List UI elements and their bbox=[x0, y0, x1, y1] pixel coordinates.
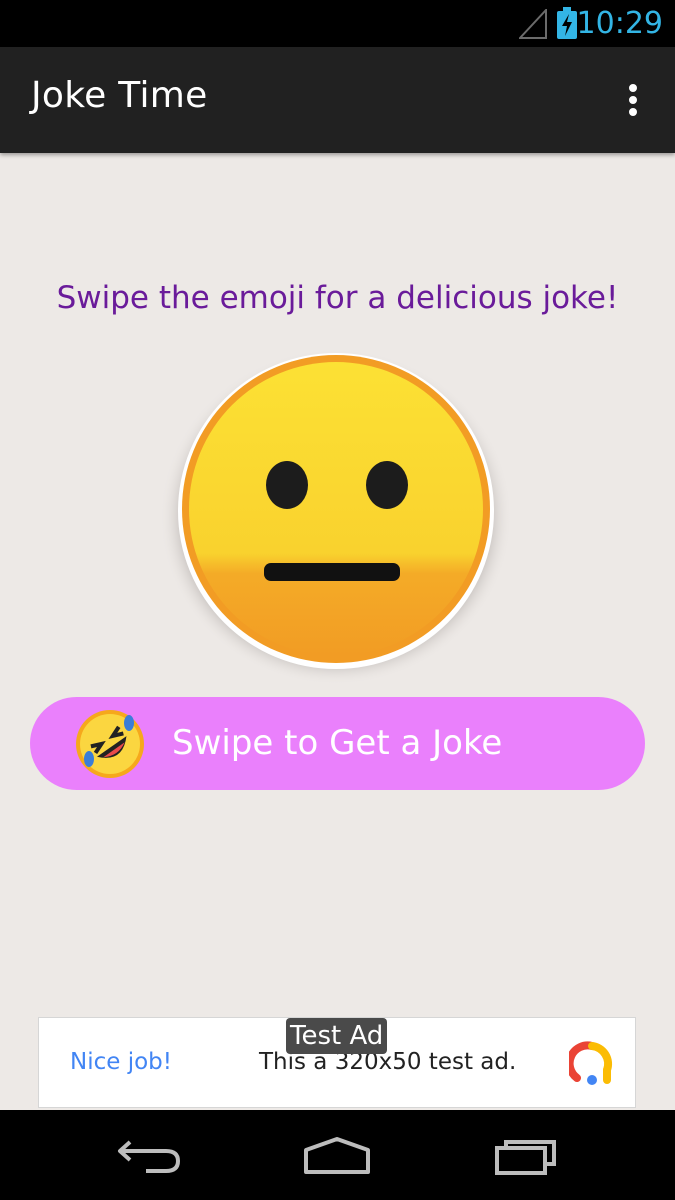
status-bar: 10:29 bbox=[0, 0, 675, 47]
rofl-emoji-icon[interactable] bbox=[75, 709, 145, 779]
more-vert-icon[interactable] bbox=[618, 83, 648, 123]
swipe-button-label: Swipe to Get a Joke bbox=[172, 723, 503, 763]
neutral-face-emoji[interactable] bbox=[160, 345, 512, 685]
battery-charging-icon bbox=[557, 7, 577, 39]
navigation-bar bbox=[0, 1110, 675, 1200]
ad-logo-icon bbox=[569, 1041, 613, 1085]
back-icon[interactable] bbox=[116, 1138, 182, 1174]
action-bar: Joke Time bbox=[0, 47, 675, 153]
status-clock: 10:29 bbox=[576, 6, 663, 41]
swipe-joke-button[interactable]: Swipe to Get a Joke bbox=[30, 697, 645, 790]
home-icon[interactable] bbox=[302, 1136, 372, 1176]
test-ad-tag: Test Ad bbox=[286, 1018, 388, 1054]
ad-cta-link[interactable]: Nice job! bbox=[70, 1049, 172, 1075]
prompt-text: Swipe the emoji for a delicious joke! bbox=[56, 280, 619, 316]
recents-icon[interactable] bbox=[494, 1136, 560, 1176]
app-title: Joke Time bbox=[31, 75, 208, 116]
signal-icon bbox=[519, 9, 547, 39]
